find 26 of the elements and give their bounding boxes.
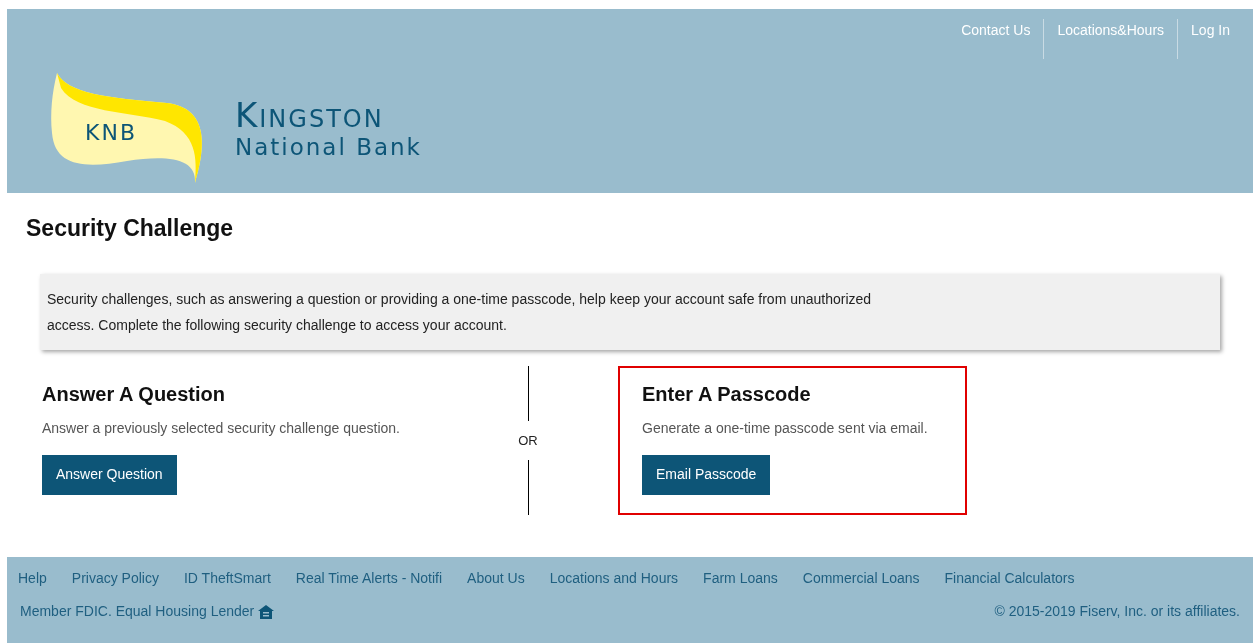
member-text: Member FDIC. Equal Housing Lender [20, 602, 255, 621]
footer-link[interactable]: Farm Loans [703, 568, 778, 589]
option-title: Enter A Passcode [642, 381, 812, 407]
footer-link[interactable]: Privacy Policy [71, 568, 159, 589]
footer-link[interactable]: Real Time Alerts - Notifi [295, 568, 443, 589]
option-button[interactable]: Answer Question [42, 454, 177, 495]
option-title: Answer A Question [42, 381, 226, 407]
footer-link[interactable]: Commercial Loans [802, 568, 920, 589]
option-description: Answer a previously selected security challenge question. [42, 418, 401, 438]
footer-link[interactable]: Help [18, 568, 47, 589]
house-icon [257, 603, 276, 620]
option-description: Generate a one-time passcode sent via email. [642, 418, 929, 438]
logo-subtitle: National Bank [235, 133, 422, 161]
footer-link[interactable]: Locations and Hours [549, 568, 679, 589]
page-title: Security Challenge [26, 214, 235, 243]
footer-link[interactable]: Financial Calculators [944, 568, 1075, 589]
intro-panel: Security challenges, such as answering a question or providing a one-time passcode, help keep your account safe from unauthorized access. Complete the following security challenge to access your account. [40, 273, 1220, 350]
footer-link[interactable]: ID TheftSmart [183, 568, 271, 589]
top-nav-link[interactable]: Log In [1177, 19, 1243, 59]
option-button[interactable]: Email Passcode [642, 454, 771, 495]
or-label: OR [518, 431, 538, 450]
copyright-text: © 2015-2019 Fiserv, Inc. or its affiliates. [994, 602, 1240, 621]
top-nav-link[interactable]: Locations&Hours [1043, 19, 1178, 59]
top-nav-link[interactable]: Contact Us [948, 19, 1044, 59]
logo-name: Kingston [235, 97, 385, 133]
footer-link[interactable]: About Us [467, 568, 525, 589]
